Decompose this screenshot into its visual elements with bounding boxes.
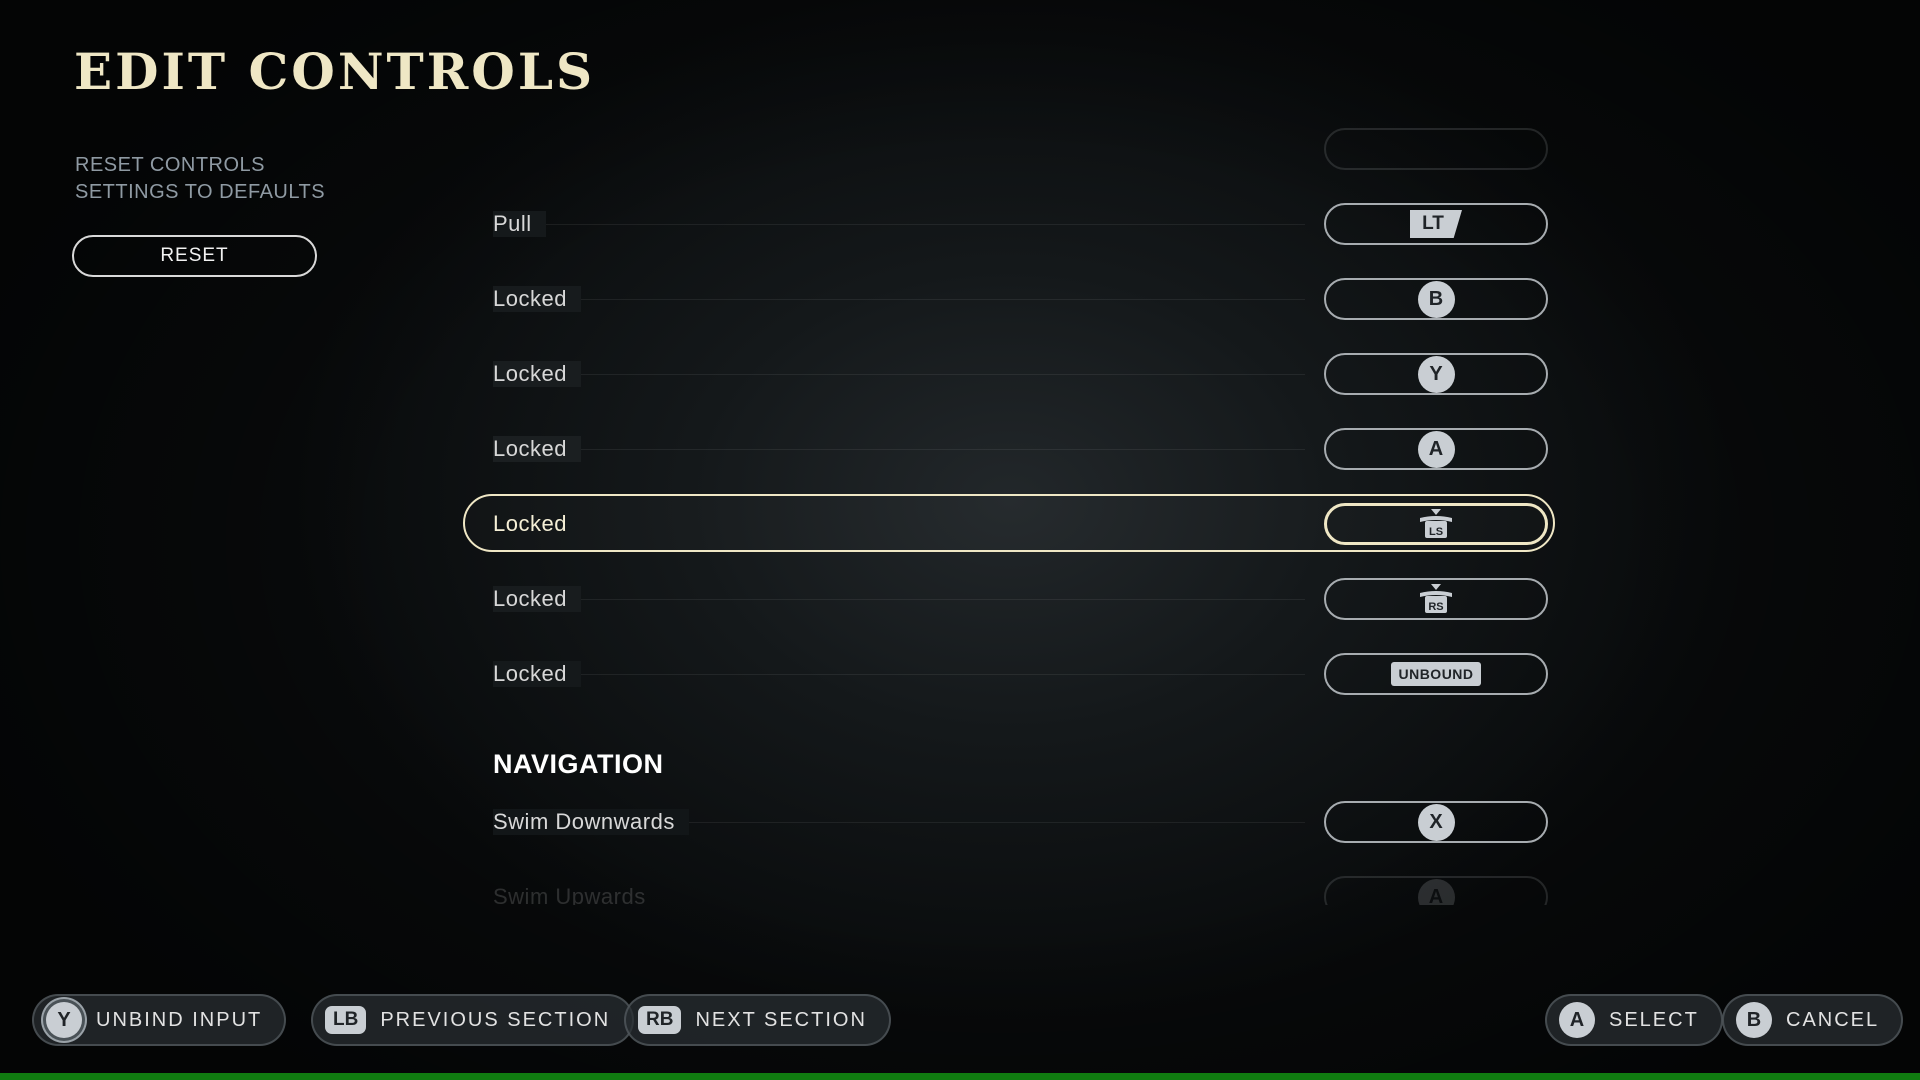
row-divider [493,374,1305,375]
binding-button[interactable]: X [1324,801,1548,843]
binding-button[interactable]: LS [1324,503,1548,545]
y-button-icon: Y [46,1002,82,1038]
left-trigger-icon: LT [1410,210,1462,238]
binding-label: Locked [493,361,581,387]
binding-button[interactable]: B [1324,278,1548,320]
binding-button[interactable]: A [1324,876,1548,905]
select-label: SELECT [1609,1008,1699,1031]
b-button-icon: B [1417,280,1455,318]
next-section-prompt[interactable]: RB NEXT SECTION [624,994,891,1046]
lb-button-icon: LB [325,1006,367,1034]
row-divider [493,224,1305,225]
cancel-label: CANCEL [1786,1008,1880,1031]
binding-label: Swim Upwards [493,884,646,905]
stick-glyph-text: RS [1428,601,1443,613]
bindings-list[interactable]: Pull LT Locked B Locked Y Locked A Locke… [0,0,1920,905]
binding-row-locked-y[interactable]: Locked Y [463,346,1555,402]
a-button-icon: A [1417,878,1455,905]
unbind-input-prompt[interactable]: Y UNBIND INPUT [32,994,287,1046]
b-button-icon: B [1736,1002,1772,1038]
previous-section-prompt[interactable]: LB PREVIOUS SECTION [311,994,635,1046]
binding-button[interactable]: RS [1324,578,1548,620]
binding-label: Locked [493,586,581,612]
binding-button-offscreen [1324,128,1548,170]
section-heading-navigation: NAVIGATION [493,749,664,779]
previous-section-label: PREVIOUS SECTION [380,1008,611,1031]
binding-label: Locked [493,511,567,536]
binding-row-swim-downwards[interactable]: Swim Downwards X [463,794,1555,850]
select-prompt[interactable]: A SELECT [1545,994,1723,1046]
binding-label: Pull [493,211,546,237]
next-section-label: NEXT SECTION [695,1008,867,1031]
binding-row-swim-upwards[interactable]: Swim Upwards A [463,869,1555,905]
stick-glyph-text: LS [1429,526,1443,538]
cancel-prompt[interactable]: B CANCEL [1722,994,1904,1046]
unbound-badge: UNBOUND [1391,662,1481,686]
row-divider [493,599,1305,600]
binding-label: Locked [493,436,581,462]
binding-button[interactable]: UNBOUND [1324,653,1548,695]
binding-row-locked-a[interactable]: Locked A [463,421,1555,477]
binding-row-locked-unbound[interactable]: Locked UNBOUND [463,646,1555,702]
binding-row-locked-b[interactable]: Locked B [463,271,1555,327]
right-stick-icon: RS [1420,584,1452,613]
rb-button-icon: RB [638,1006,682,1034]
platform-accent-bar [0,1073,1920,1080]
a-button-icon: A [1417,430,1455,468]
x-button-icon: X [1417,803,1455,841]
binding-label: Locked [493,661,581,687]
left-stick-icon: LS [1420,509,1452,538]
button-glyph-text: LT [1422,213,1444,234]
binding-button[interactable]: Y [1324,353,1548,395]
binding-button[interactable]: A [1324,428,1548,470]
row-divider [493,299,1305,300]
binding-label: Swim Downwards [493,809,689,835]
row-divider [493,449,1305,450]
binding-button[interactable]: LT [1324,203,1548,245]
row-divider [493,674,1305,675]
a-button-icon: A [1559,1002,1595,1038]
binding-label: Locked [493,286,581,312]
binding-row-locked-ls[interactable]: Locked LS [463,494,1555,552]
binding-row-locked-rs[interactable]: Locked RS [463,571,1555,627]
binding-row-pull[interactable]: Pull LT [463,196,1555,252]
binding-row-offscreen-top [463,121,1555,177]
unbind-input-label: UNBIND INPUT [96,1008,263,1031]
y-button-icon: Y [1417,355,1455,393]
